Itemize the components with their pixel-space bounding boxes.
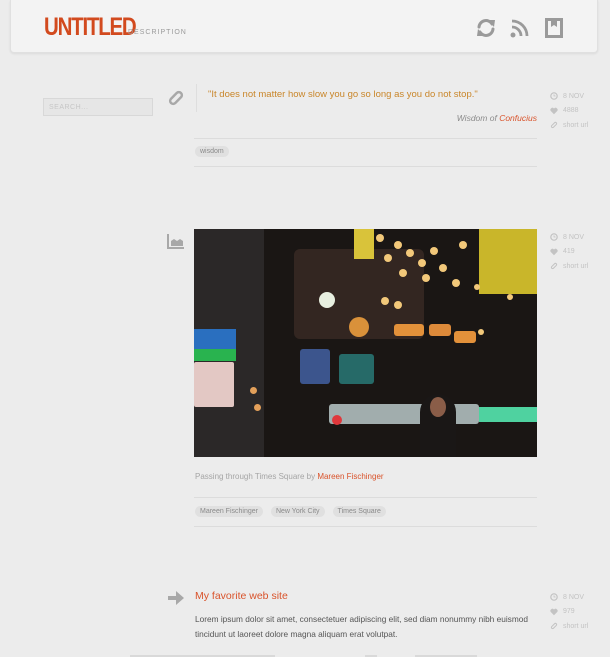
heart-icon <box>550 248 558 255</box>
tag-list: Mareen Fischinger New York City Times Sq… <box>195 506 386 517</box>
short-url-link[interactable]: short url <box>563 263 588 270</box>
link-post-body: Lorem ipsum dolor sit amet, consectetuer… <box>195 614 528 639</box>
clock-icon <box>550 233 558 242</box>
quote-source: Wisdom of Confucius <box>457 113 537 123</box>
short-url-link[interactable]: short url <box>563 623 588 630</box>
post-likes[interactable]: 979 <box>563 608 575 615</box>
quote-source-link[interactable]: Confucius <box>499 113 537 123</box>
site-logo[interactable]: UNTITLED <box>44 13 137 42</box>
heart-icon <box>550 107 558 114</box>
quote-text: "It does not matter how slow you go so l… <box>208 89 478 100</box>
caption-text: Passing through Times Square by <box>195 472 316 481</box>
clock-icon <box>550 92 558 101</box>
tag[interactable]: wisdom <box>195 146 229 157</box>
bookmark-icon[interactable] <box>542 16 566 40</box>
post-meta: 8 NOV 979 short url <box>550 590 588 634</box>
post-date: 8 NOV <box>563 593 585 601</box>
divider <box>194 166 537 167</box>
post-likes[interactable]: 419 <box>563 248 575 255</box>
quote-source-prefix: Wisdom of <box>456 113 497 123</box>
post-photo[interactable] <box>194 229 537 457</box>
divider <box>194 526 537 527</box>
link-icon <box>550 263 558 270</box>
photo-caption: Passing through Times Square by Mareen F… <box>195 472 384 481</box>
caption-author-link[interactable]: Mareen Fischinger <box>317 472 383 481</box>
post-meta: 8 NOV 419 short url <box>550 230 588 274</box>
quote-divider <box>196 84 197 112</box>
reblog-icon[interactable] <box>474 16 498 40</box>
tag-list: wisdom <box>195 146 229 157</box>
arrow-right-icon <box>166 588 186 608</box>
heart-icon <box>550 608 558 615</box>
link-icon <box>550 122 558 129</box>
post-likes[interactable]: 4888 <box>563 107 579 114</box>
photo-icon <box>166 231 186 251</box>
short-url-link[interactable]: short url <box>563 122 588 129</box>
post-date: 8 NOV <box>563 92 585 100</box>
divider <box>194 138 537 139</box>
divider <box>194 497 537 498</box>
link-post-title[interactable]: My favorite web site <box>195 590 288 602</box>
tag[interactable]: Mareen Fischinger <box>195 506 263 517</box>
rss-icon[interactable] <box>508 16 532 40</box>
tag[interactable]: New York City <box>270 506 325 517</box>
search-input[interactable] <box>43 98 153 116</box>
post-meta: 8 NOV 4888 short url <box>550 89 588 133</box>
tag[interactable]: Times Square <box>332 506 386 517</box>
clock-icon <box>550 593 558 602</box>
link-icon <box>550 623 558 630</box>
post-date: 8 NOV <box>563 233 585 241</box>
site-description: DESCRIPTION <box>128 29 187 36</box>
pencil-icon <box>166 88 186 108</box>
header: UNTITLED DESCRIPTION <box>10 0 598 53</box>
